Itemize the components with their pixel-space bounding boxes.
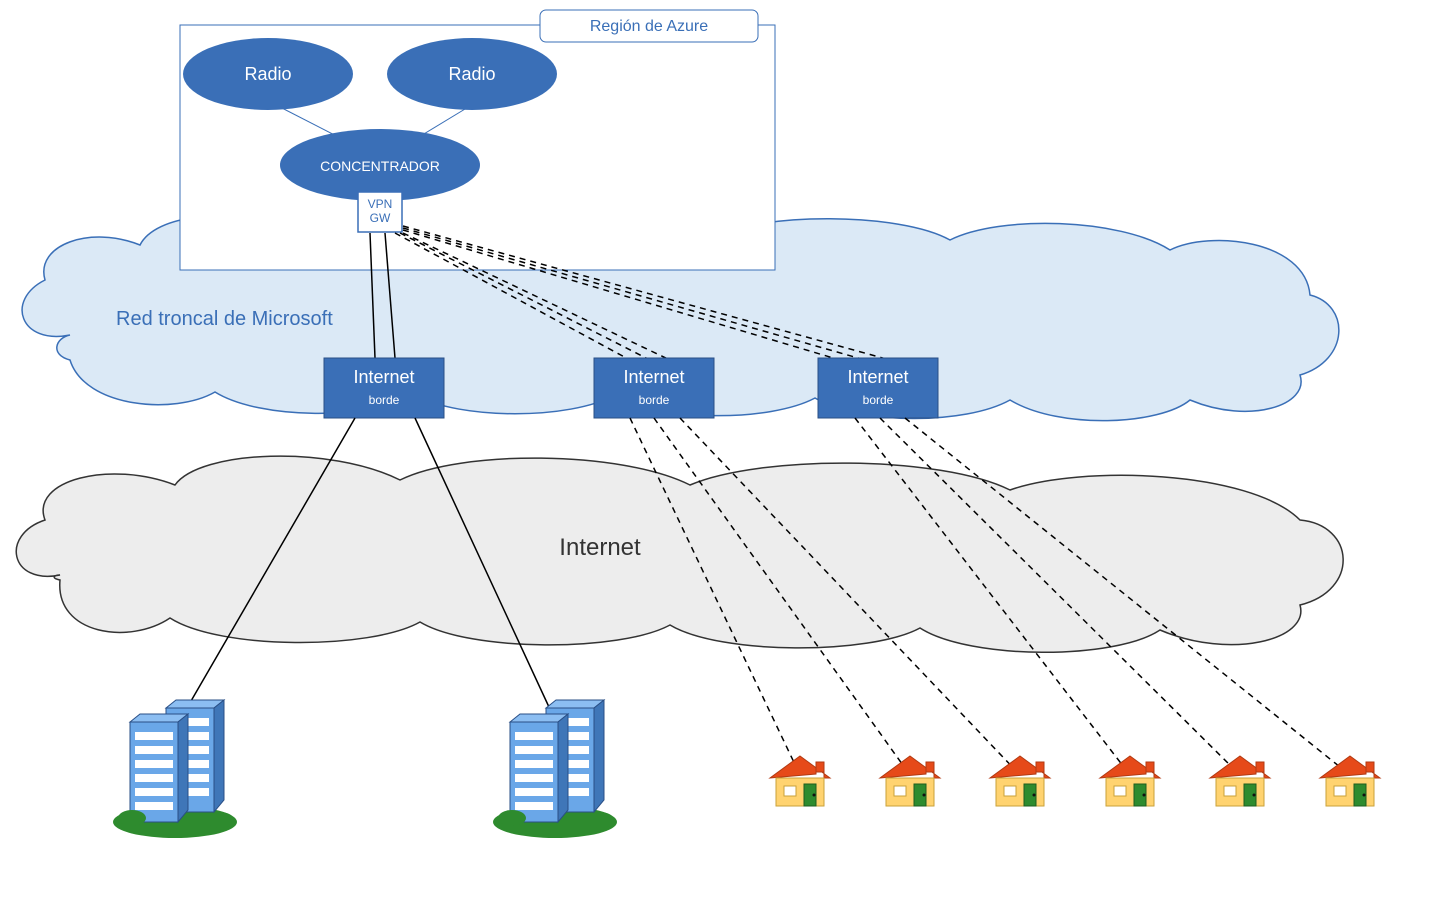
hub: CONCENTRADOR (280, 129, 480, 201)
internet-edge-1: Internet borde (324, 358, 444, 418)
azure-region-label: Región de Azure (590, 18, 708, 35)
edge1-title: Internet (353, 367, 414, 387)
vpn-gw-line2: GW (370, 211, 391, 225)
spoke-left-label: Radio (244, 64, 291, 84)
backbone-label: Red troncal de Microsoft (116, 308, 333, 330)
edge3-title: Internet (847, 367, 908, 387)
edge2-sub: borde (639, 393, 670, 407)
house-4 (1100, 756, 1160, 806)
edge1-sub: borde (369, 393, 400, 407)
office-building-1 (113, 700, 237, 838)
edge2-title: Internet (623, 367, 684, 387)
house-5 (1210, 756, 1270, 806)
internet-edge-3: Internet borde (818, 358, 938, 418)
vpn-gw-line1: VPN (368, 197, 393, 211)
spoke-left: Radio (183, 38, 353, 110)
house-6 (1320, 756, 1380, 806)
edge3-sub: borde (863, 393, 894, 407)
office-building-2 (493, 700, 617, 838)
house-2 (880, 756, 940, 806)
house-1 (770, 756, 830, 806)
house-3 (990, 756, 1050, 806)
spoke-right-label: Radio (448, 64, 495, 84)
internet-edge-2: Internet borde (594, 358, 714, 418)
spoke-right: Radio (387, 38, 557, 110)
internet-label: Internet (559, 534, 641, 561)
hub-label: CONCENTRADOR (320, 158, 440, 174)
vpn-gw: VPN GW (358, 192, 402, 232)
internet-cloud: Internet (16, 456, 1343, 652)
